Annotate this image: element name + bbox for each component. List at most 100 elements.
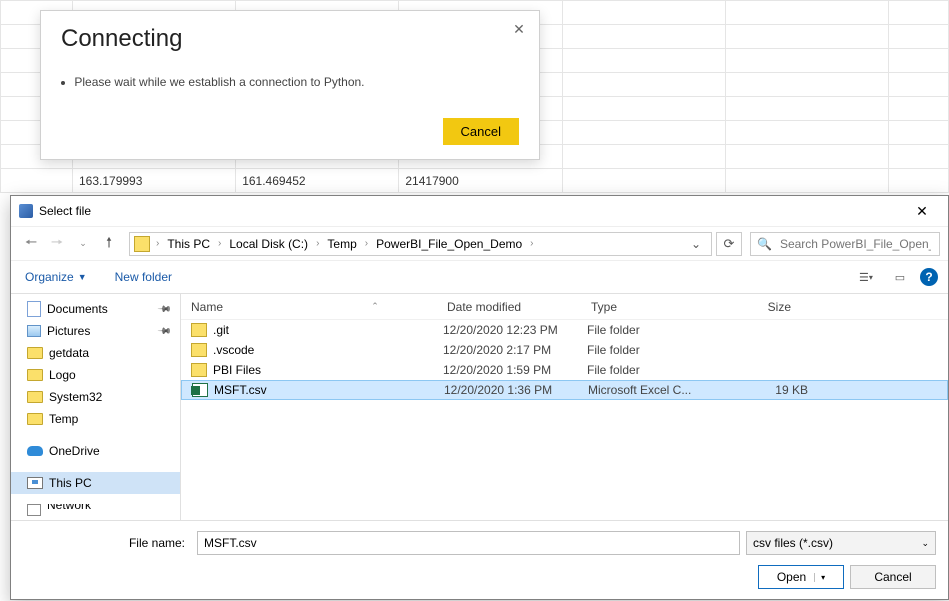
col-name[interactable]: Name [191,300,313,314]
tree-item[interactable]: Pictures 📌 [11,320,180,342]
chevron-down-icon: ⌄ [921,538,929,549]
sort-asc-icon: ⌃ [371,301,379,312]
recent-locations-button[interactable]: ⌄ [71,232,95,256]
refresh-button[interactable]: ⟳ [716,232,742,256]
folder-icon [27,391,43,403]
chevron-down-icon: ▾ [814,573,825,582]
file-date: 12/20/2020 1:59 PM [443,363,587,377]
file-row[interactable]: PBI Files12/20/2020 1:59 PMFile folder [181,360,948,380]
pin-icon: 📌 [157,301,173,317]
grid-cell: 21417900 [399,169,562,193]
toolbar: Organize ▼ New folder ☰ ▾ ▭ ? [11,260,948,294]
dialog-footer: File name: csv files (*.csv) ⌄ Open▾ Can… [11,520,948,599]
back-button[interactable]: 🠔 [19,232,43,256]
breadcrumb-seg[interactable]: Local Disk (C:) [223,237,314,251]
folder-icon [134,236,150,252]
chevron-right-icon[interactable]: › [314,238,321,249]
search-icon: 🔍 [757,237,772,251]
breadcrumb-seg[interactable]: Temp [321,237,362,251]
close-icon[interactable]: ✕ [509,19,529,39]
chevron-right-icon[interactable]: › [363,238,370,249]
help-icon[interactable]: ? [920,268,938,286]
connecting-title: Connecting [61,25,519,53]
onedrive-icon [27,446,43,456]
file-row[interactable]: MSFT.csv12/20/2020 1:36 PMMicrosoft Exce… [181,380,948,400]
file-list: Name ⌃ Date modified Type Size .git12/20… [181,294,948,520]
tree-item[interactable]: Temp [11,408,180,430]
window-title: Select file [39,204,902,218]
folder-icon [27,369,43,381]
preview-pane-button[interactable]: ▭ [886,266,914,288]
tree-item[interactable]: getdata [11,342,180,364]
nav-bar: 🠔 🠖 ⌄ 🠕 › This PC › Local Disk (C:) › Te… [11,226,948,260]
chevron-right-icon[interactable]: › [528,238,535,249]
filename-label: File name: [23,536,191,550]
new-folder-button[interactable]: New folder [111,266,176,288]
file-size: 19 KB [738,383,808,397]
tree-item[interactable]: Documents 📌 [11,298,180,320]
file-name: MSFT.csv [214,383,444,397]
tree-item-label: Pictures [47,324,90,338]
filename-input[interactable] [197,531,740,555]
chevron-down-icon: ▼ [78,272,87,282]
chevron-right-icon[interactable]: › [216,238,223,249]
file-row[interactable]: .git12/20/2020 12:23 PMFile folder [181,320,948,340]
app-icon [19,204,33,218]
nav-tree[interactable]: Documents 📌 Pictures 📌 getdata Logo System32 Te… [11,294,181,520]
folder-icon [191,323,207,337]
breadcrumb-seg[interactable]: This PC [161,237,216,251]
view-options-button[interactable]: ☰ ▾ [852,266,880,288]
file-name: .git [213,323,443,337]
open-button[interactable]: Open▾ [758,565,844,589]
tree-item-label: System32 [49,390,102,404]
file-date: 12/20/2020 12:23 PM [443,323,587,337]
folder-icon [27,413,43,425]
cancel-button[interactable]: Cancel [443,118,519,145]
tree-item-label: Temp [49,412,78,426]
file-name: PBI Files [213,363,443,377]
up-button[interactable]: 🠕 [97,232,121,256]
folder-icon [191,343,207,357]
forward-button[interactable]: 🠖 [45,232,69,256]
tree-item-label: Network [47,504,91,512]
doc-icon [27,301,41,317]
titlebar: Select file ✕ [11,196,948,226]
chevron-right-icon[interactable]: › [154,238,161,249]
col-size[interactable]: Size [731,300,811,314]
tree-item-label: Documents [47,302,108,316]
spinner-icon [61,81,65,85]
close-icon[interactable]: ✕ [902,197,942,225]
grid-cell: 163.179993 [73,169,236,193]
search-input[interactable] [778,236,933,252]
tree-item[interactable]: OneDrive [11,440,180,462]
chevron-down-icon[interactable]: ⌄ [685,237,707,251]
file-filter-dropdown[interactable]: csv files (*.csv) ⌄ [746,531,936,555]
pin-icon: 📌 [157,323,173,339]
tree-item-label: This PC [49,476,92,490]
excel-file-icon [192,383,208,397]
breadcrumb-seg[interactable]: PowerBI_File_Open_Demo [370,237,528,251]
tree-item[interactable]: Logo [11,364,180,386]
cancel-button[interactable]: Cancel [850,565,936,589]
tree-item[interactable]: System32 [11,386,180,408]
file-type: File folder [587,363,737,377]
connecting-dialog: ✕ Connecting Please wait while we establ… [40,10,540,160]
folder-icon [27,347,43,359]
file-type: File folder [587,343,737,357]
file-dialog: Select file ✕ 🠔 🠖 ⌄ 🠕 › This PC › Local … [10,195,949,600]
list-header[interactable]: Name ⌃ Date modified Type Size [181,294,948,320]
file-row[interactable]: .vscode12/20/2020 2:17 PMFile folder [181,340,948,360]
file-name: .vscode [213,343,443,357]
col-date[interactable]: Date modified [437,300,581,314]
col-type[interactable]: Type [581,300,731,314]
tree-item[interactable]: This PC [11,472,180,494]
search-box[interactable]: 🔍 [750,232,940,256]
organize-button[interactable]: Organize ▼ [21,266,91,288]
breadcrumb[interactable]: › This PC › Local Disk (C:) › Temp › Pow… [129,232,712,256]
tree-item-label: getdata [49,346,89,360]
connecting-message: Please wait while we establish a connect… [61,75,519,89]
file-date: 12/20/2020 2:17 PM [443,343,587,357]
pic-icon [27,325,41,337]
net-icon [27,504,41,516]
tree-item[interactable]: Network [11,504,180,516]
